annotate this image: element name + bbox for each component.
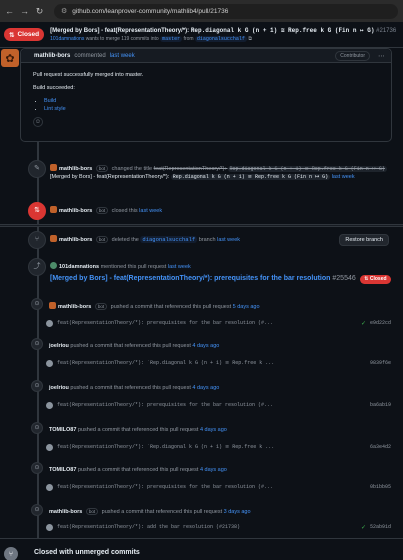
avatar[interactable] xyxy=(46,443,53,451)
check-icon[interactable]: ✓ xyxy=(361,320,366,327)
referenced-pr-state: ⇅ Closed xyxy=(360,275,391,284)
check-icon[interactable]: ✓ xyxy=(361,524,366,531)
mention-event: ⤴ 101damnations mentioned this pull requ… xyxy=(28,258,393,284)
commit-sha[interactable]: 0b1bb05 xyxy=(370,484,391,490)
comment-author[interactable]: mathlib-bors xyxy=(34,53,70,59)
comment-header: mathlib-bors commented last week Contrib… xyxy=(21,49,391,63)
lint-style-link[interactable]: Lint style xyxy=(44,106,66,112)
commit-icon: ⊙ xyxy=(31,298,43,310)
head-branch[interactable]: diagonalsucchalf xyxy=(194,36,247,42)
closed-unmerged-text: Closed with unmerged commits xyxy=(34,549,140,556)
commit-ref-event: ⊙ mathlib-bors bot pushed a commit that … xyxy=(28,298,393,311)
avatar[interactable] xyxy=(46,401,53,409)
kebab-icon[interactable]: ⋯ xyxy=(378,52,385,60)
event-time[interactable]: 4 days ago xyxy=(192,385,219,391)
event-time[interactable]: 3 days ago xyxy=(224,509,251,515)
reload-icon[interactable]: ↻ xyxy=(35,6,44,17)
build-link[interactable]: Build xyxy=(44,98,56,104)
timeline-divider xyxy=(0,224,403,227)
commit-icon: ⊙ xyxy=(31,504,43,516)
commit-ref-event: ⊙ TOMILO87 pushed a commit that referenc… xyxy=(28,422,393,434)
pr-closed-icon: ⇅ xyxy=(9,31,15,39)
avatar[interactable] xyxy=(50,262,57,269)
commit-row[interactable]: feat(RepresentationTheory/*): `Rep.diago… xyxy=(46,442,391,452)
commit-row[interactable]: feat(RepresentationTheory/*): prerequisi… xyxy=(46,400,391,410)
event-time[interactable]: 4 days ago xyxy=(200,467,227,473)
pr-state-badge: ⇅ Closed xyxy=(4,28,45,41)
pr-sticky-header: ⇅ Closed [Merged by Bors] - feat(Represe… xyxy=(0,22,403,48)
git-merge-icon: ⑂ xyxy=(4,547,18,560)
branch-deleted-event: ⑂ mathlib-bors bot deleted the diagonals… xyxy=(28,231,393,249)
event-time[interactable]: last week xyxy=(332,174,355,180)
avatar[interactable] xyxy=(46,523,53,531)
avatar[interactable] xyxy=(46,483,53,491)
pr-title[interactable]: [Merged by Bors] - feat(RepresentationTh… xyxy=(50,27,396,34)
pr-timeline: ✿ mathlib-bors commented last week Contr… xyxy=(0,48,403,560)
avatar[interactable] xyxy=(49,302,56,309)
event-time[interactable]: 4 days ago xyxy=(192,343,219,349)
rename-event: ✎ mathlib-bors bot changed the title fea… xyxy=(28,160,393,181)
contributor-badge: Contributor xyxy=(335,50,370,61)
closed-unmerged-event: ⑂ Closed with unmerged commits xyxy=(0,538,403,560)
commit-sha[interactable]: 9839f6e xyxy=(370,360,391,366)
commit-icon: ⊙ xyxy=(31,380,43,392)
commit-ref-event: ⊙ mathlib-bors bot pushed a commit that … xyxy=(28,504,393,516)
smiley-icon[interactable]: ☺ xyxy=(33,117,43,127)
base-branch[interactable]: master xyxy=(160,36,183,42)
event-time[interactable]: 4 days ago xyxy=(200,427,227,433)
commit-row[interactable]: feat(RepresentationTheory/*): add the ba… xyxy=(46,522,391,532)
event-time[interactable]: last week xyxy=(139,208,162,214)
restore-branch-button[interactable]: Restore branch xyxy=(339,234,389,246)
commit-sha[interactable]: e9d22cd xyxy=(370,320,391,326)
commit-icon: ⊙ xyxy=(31,462,43,474)
commit-icon: ⊙ xyxy=(31,422,43,434)
event-time[interactable]: last week xyxy=(168,264,191,270)
closed-event: ⇅ mathlib-bors bot closed this last week xyxy=(28,202,393,220)
commit-sha[interactable]: ba6ab19 xyxy=(370,402,391,408)
comment-body: Pull request successfully merged into ma… xyxy=(21,63,391,135)
commit-row[interactable]: feat(RepresentationTheory/*): prerequisi… xyxy=(46,318,391,328)
git-branch-icon: ⑂ xyxy=(28,231,46,249)
pencil-icon: ✎ xyxy=(28,160,46,178)
event-time[interactable]: last week xyxy=(217,237,240,243)
new-title: [Merged by Bors] - feat(RepresentationTh… xyxy=(50,174,331,180)
avatar[interactable] xyxy=(46,359,53,367)
cross-reference-icon: ⤴ xyxy=(28,258,46,276)
arrow-right-icon[interactable]: → xyxy=(20,6,29,16)
avatar[interactable] xyxy=(50,235,57,242)
commit-row[interactable]: feat(RepresentationTheory/*): prerequisi… xyxy=(46,482,391,492)
arrow-left-icon[interactable]: ← xyxy=(5,6,14,16)
pr-author-link[interactable]: 101damnations xyxy=(50,36,84,42)
address-bar[interactable]: ⚙ github.com/leanprover-community/mathli… xyxy=(54,3,398,19)
commit-ref-event: ⊙ joelriou pushed a commit that referenc… xyxy=(28,338,393,350)
browser-toolbar: ← → ↻ ⚙ github.com/leanprover-community/… xyxy=(0,0,403,22)
old-title: feat(RepresentationTheory/*): Rep.diagon… xyxy=(153,166,387,172)
pr-title-block: [Merged by Bors] - feat(RepresentationTh… xyxy=(50,27,396,42)
avatar[interactable] xyxy=(50,206,57,213)
commit-sha[interactable]: 6a3e4d2 xyxy=(370,444,391,450)
pr-closed-icon: ⇅ xyxy=(28,202,46,220)
avatar[interactable] xyxy=(50,164,57,171)
avatar[interactable]: ✿ xyxy=(1,49,19,67)
pr-number: #21736 xyxy=(376,28,397,34)
commit-ref-event: ⊙ TOMILO87 pushed a commit that referenc… xyxy=(28,462,393,474)
commit-sha[interactable]: 52ab91d xyxy=(370,524,391,530)
url-text: github.com/leanprover-community/mathlib4… xyxy=(72,7,229,15)
copy-icon[interactable]: ⧉ xyxy=(248,36,252,42)
referenced-pr-link[interactable]: [Merged by Bors] - feat(RepresentationTh… xyxy=(50,275,356,282)
pr-subtitle: 101damnations wants to merge 119 commits… xyxy=(50,36,252,42)
comment-time[interactable]: last week xyxy=(110,53,135,59)
commit-icon: ⊙ xyxy=(31,338,43,350)
bors-comment: mathlib-bors commented last week Contrib… xyxy=(20,48,392,142)
site-info-icon[interactable]: ⚙ xyxy=(61,7,67,15)
deleted-branch[interactable]: diagonalsucchalf xyxy=(140,236,198,243)
event-time[interactable]: 5 days ago xyxy=(233,304,260,310)
commit-row[interactable]: feat(RepresentationTheory/*): `Rep.diago… xyxy=(46,358,391,368)
avatar[interactable] xyxy=(46,319,53,327)
commit-ref-event: ⊙ joelriou pushed a commit that referenc… xyxy=(28,380,393,392)
